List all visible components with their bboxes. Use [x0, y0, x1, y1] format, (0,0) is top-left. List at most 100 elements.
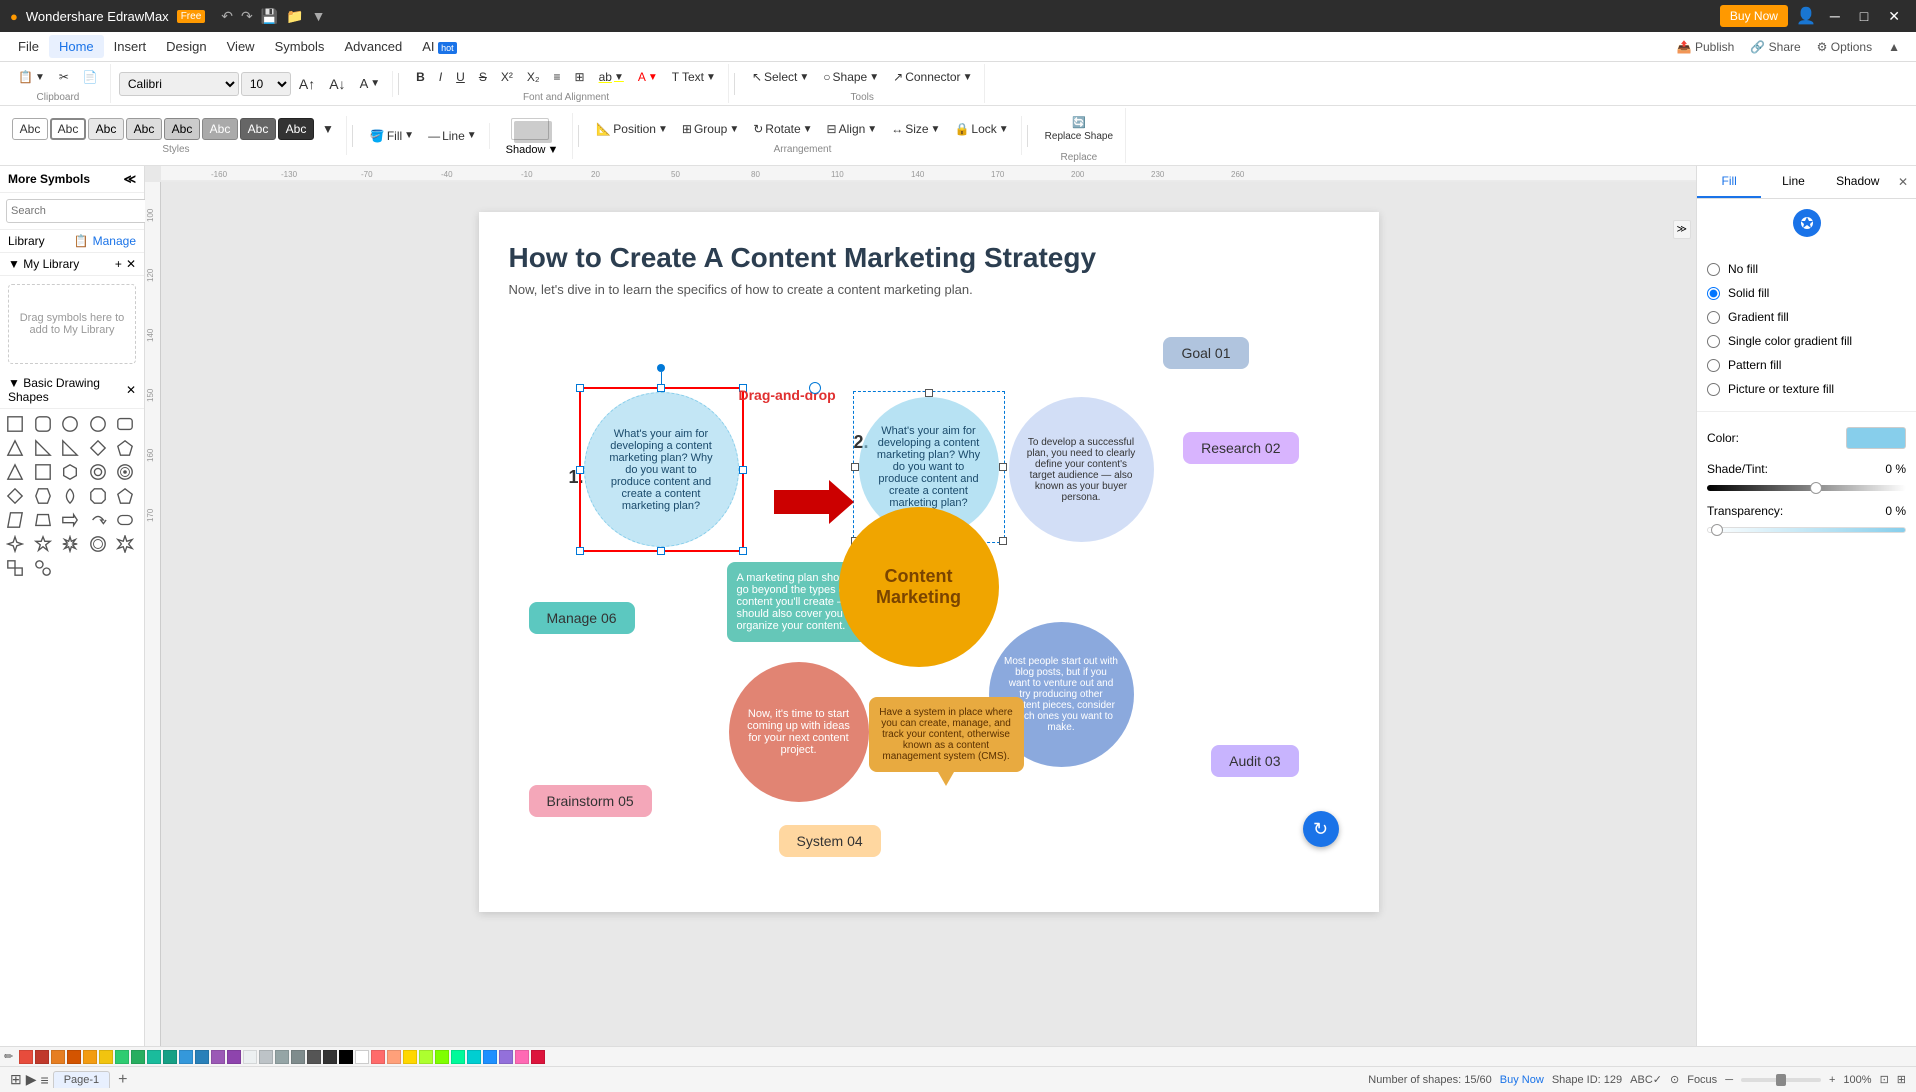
- canvas-area[interactable]: -160 -130 -70 -40 -10 20 50 80 110 140 1…: [145, 166, 1696, 1046]
- style-swatch-6[interactable]: Abc: [202, 118, 238, 140]
- size-button[interactable]: ↔ Size ▼: [885, 116, 946, 142]
- orange-callout[interactable]: Have a system in place where you can cre…: [869, 697, 1024, 772]
- save-icon[interactable]: 💾: [261, 8, 278, 25]
- color-hot-pink[interactable]: [515, 1050, 529, 1064]
- brainstorm-bubble[interactable]: Brainstorm 05: [529, 785, 652, 817]
- font-color-btn[interactable]: A ▼: [354, 71, 387, 97]
- grid-icon[interactable]: ⊞: [1897, 1073, 1906, 1086]
- group-button[interactable]: ⊞ Group ▼: [676, 116, 745, 142]
- shape-diamond2[interactable]: [4, 485, 26, 507]
- more-icon[interactable]: ▼: [312, 8, 326, 24]
- shape-bevel[interactable]: [32, 485, 54, 507]
- options-button[interactable]: ⚙ Options: [1809, 36, 1880, 58]
- undo-icon[interactable]: ↶: [221, 8, 233, 25]
- bullet-button[interactable]: ≡: [548, 64, 567, 90]
- color-yellow[interactable]: [99, 1050, 113, 1064]
- no-fill-option[interactable]: No fill: [1707, 257, 1906, 281]
- color-medium-spring[interactable]: [451, 1050, 465, 1064]
- audit-bubble[interactable]: Audit 03: [1211, 745, 1298, 777]
- blue-circle-1[interactable]: What's your aim for developing a content…: [584, 392, 739, 547]
- font-family-select[interactable]: Calibri: [119, 72, 239, 96]
- search-input[interactable]: [6, 199, 158, 223]
- maximize-button[interactable]: □: [1854, 6, 1874, 26]
- font-size-select[interactable]: 10: [241, 72, 291, 96]
- menu-advanced[interactable]: Advanced: [334, 35, 412, 58]
- rotate-button[interactable]: ↻ Rotate ▼: [747, 116, 818, 142]
- menu-home[interactable]: Home: [49, 35, 104, 58]
- transparency-thumb[interactable]: [1711, 524, 1723, 536]
- expand-panel-button[interactable]: ≫: [1673, 220, 1691, 239]
- diagram-canvas[interactable]: 1.: [509, 317, 1349, 877]
- color-dodger-blue[interactable]: [483, 1050, 497, 1064]
- font-color2-button[interactable]: A ▼: [632, 64, 664, 90]
- menu-design[interactable]: Design: [156, 35, 216, 58]
- shape-rectangle[interactable]: [4, 413, 26, 435]
- shape-star6[interactable]: [59, 533, 81, 555]
- handle-rotate[interactable]: [657, 364, 665, 372]
- zoom-thumb[interactable]: [1776, 1074, 1786, 1086]
- color-green-yellow[interactable]: [419, 1050, 433, 1064]
- position-button[interactable]: 📐 Position ▼: [590, 116, 674, 142]
- shape-target[interactable]: [114, 461, 136, 483]
- handle2-mr[interactable]: [999, 463, 1007, 471]
- shape-starburst[interactable]: [114, 533, 136, 555]
- buy-now-button[interactable]: Buy Now: [1720, 5, 1788, 27]
- manage-label[interactable]: Manage: [93, 234, 136, 248]
- shape-right-triangle[interactable]: [32, 437, 54, 459]
- shape-small1[interactable]: [4, 557, 26, 579]
- handle-tl[interactable]: [576, 384, 584, 392]
- shape-diamond[interactable]: [87, 437, 109, 459]
- research-bubble[interactable]: Research 02: [1183, 432, 1298, 464]
- shape-trapezoid[interactable]: [32, 509, 54, 531]
- user-avatar[interactable]: 👤: [1796, 6, 1816, 26]
- color-medium-purple[interactable]: [499, 1050, 513, 1064]
- shape-hexagon[interactable]: [59, 461, 81, 483]
- page-layout-icon[interactable]: ⊞: [10, 1071, 22, 1088]
- style-swatch-2[interactable]: Abc: [50, 118, 86, 140]
- color-charcoal[interactable]: [307, 1050, 321, 1064]
- page-tab-1[interactable]: Page-1: [53, 1071, 110, 1088]
- shape-triangle-outline[interactable]: [4, 461, 26, 483]
- panel-close-button[interactable]: ✕: [1890, 171, 1916, 193]
- style-swatch-5[interactable]: Abc: [164, 118, 200, 140]
- color-picker-box[interactable]: [1846, 427, 1906, 449]
- color-blue[interactable]: [179, 1050, 193, 1064]
- add-library-icon[interactable]: +: [115, 257, 122, 271]
- cut-button[interactable]: ✂: [53, 64, 75, 90]
- shape-rounded-diamond[interactable]: [59, 485, 81, 507]
- sidebar-collapse-icon[interactable]: ≪: [123, 172, 136, 186]
- color-dark-gray[interactable]: [291, 1050, 305, 1064]
- replace-button[interactable]: 🔄 Replace Shape: [1039, 108, 1119, 150]
- style-swatch-7[interactable]: Abc: [240, 118, 276, 140]
- decrease-font-btn[interactable]: A↓: [323, 71, 351, 97]
- shape-pentagon[interactable]: [114, 437, 136, 459]
- present-icon[interactable]: ▶: [26, 1071, 37, 1088]
- focus-icon[interactable]: ⊙: [1670, 1073, 1679, 1086]
- text-button[interactable]: T Text ▼: [666, 64, 722, 90]
- close-library-icon[interactable]: ✕: [126, 257, 136, 271]
- folder-icon[interactable]: 📁: [286, 8, 303, 25]
- color-gray[interactable]: [259, 1050, 273, 1064]
- no-fill-radio[interactable]: [1707, 263, 1720, 276]
- shape-ring[interactable]: [87, 461, 109, 483]
- color-black[interactable]: [339, 1050, 353, 1064]
- shape-rounded-rect2[interactable]: [114, 413, 136, 435]
- color-dark-green[interactable]: [131, 1050, 145, 1064]
- superscript-button[interactable]: X²: [495, 64, 519, 90]
- shape-stadium[interactable]: [114, 509, 136, 531]
- color-medium-gray[interactable]: [275, 1050, 289, 1064]
- shape-button[interactable]: ○ Shape ▼: [817, 64, 885, 90]
- color-dark-red[interactable]: [35, 1050, 49, 1064]
- handle2-ml[interactable]: [851, 463, 859, 471]
- selected-shape-wrapper[interactable]: What's your aim for developing a content…: [579, 387, 744, 552]
- shapes-close-icon[interactable]: ✕: [126, 383, 136, 397]
- fill-button[interactable]: 🪣 Fill ▼: [364, 123, 420, 149]
- lock-button[interactable]: 🔒 Lock ▼: [948, 116, 1014, 142]
- shape-star5[interactable]: [32, 533, 54, 555]
- shape-rect-outline[interactable]: [32, 461, 54, 483]
- shadow-button[interactable]: Shadow ▼: [498, 113, 567, 159]
- goal-bubble[interactable]: Goal 01: [1163, 337, 1248, 369]
- picture-fill-option[interactable]: Picture or texture fill: [1707, 377, 1906, 401]
- fab-action-button[interactable]: ↻: [1303, 811, 1339, 847]
- underline-button[interactable]: U: [450, 64, 471, 90]
